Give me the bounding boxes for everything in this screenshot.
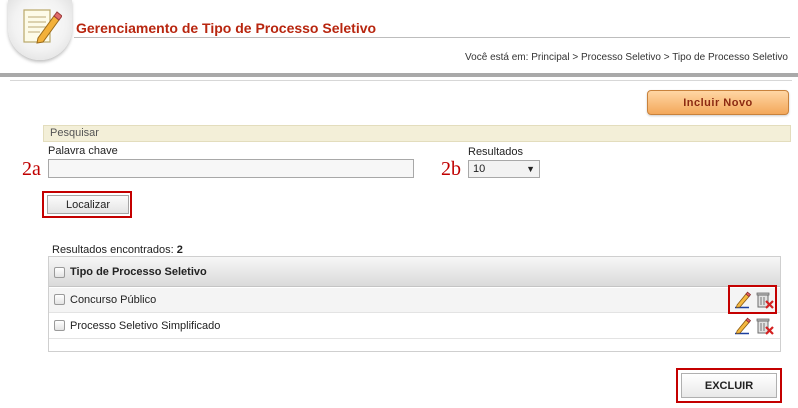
annotation-2b: 2b [441, 158, 461, 180]
keyword-input[interactable] [48, 159, 414, 178]
table-header: Tipo de Processo Seletivo [49, 257, 780, 287]
table-row: Concurso Público [49, 288, 780, 313]
table-row: Processo Seletivo Simplificado [49, 314, 780, 339]
dropdown-arrow-icon: ▼ [526, 164, 535, 174]
title-divider [74, 37, 790, 38]
row-checkbox[interactable] [54, 294, 65, 305]
results-count-label: Resultados encontrados: [52, 244, 174, 256]
results-count: Resultados encontrados: 2 [52, 244, 183, 256]
edit-pencil-icon[interactable] [733, 317, 751, 335]
delete-button[interactable]: EXCLUIR [681, 373, 777, 398]
page-header: Gerenciamento de Tipo de Processo Seleti… [0, 0, 798, 77]
page-title: Gerenciamento de Tipo de Processo Seleti… [76, 20, 377, 36]
row-name: Processo Seletivo Simplificado [70, 320, 221, 332]
header-bar [0, 73, 798, 77]
results-per-page-value: 10 [473, 163, 486, 175]
app-logo [8, 0, 72, 60]
search-section-header: Pesquisar [43, 125, 791, 142]
results-per-page-label: Resultados [468, 146, 524, 158]
edit-document-icon [23, 9, 62, 44]
breadcrumb: Você está em: Principal > Processo Selet… [465, 52, 788, 63]
row-actions-highlight [728, 285, 777, 314]
annotation-2a: 2a [22, 158, 41, 180]
trash-delete-icon[interactable] [756, 317, 774, 335]
keyword-label: Palavra chave [48, 145, 118, 157]
select-all-checkbox[interactable] [54, 267, 65, 278]
content-divider [10, 80, 792, 81]
row-checkbox[interactable] [54, 320, 65, 331]
results-table: Tipo de Processo Seletivo Concurso Públi… [48, 256, 781, 352]
row-name: Concurso Público [70, 294, 157, 306]
results-per-page-select[interactable]: 10 ▼ [468, 160, 540, 178]
search-button[interactable]: Localizar [47, 195, 129, 214]
results-count-value: 2 [176, 244, 183, 256]
include-new-button[interactable]: Incluir Novo [647, 90, 789, 115]
column-header-type: Tipo de Processo Seletivo [70, 266, 207, 278]
